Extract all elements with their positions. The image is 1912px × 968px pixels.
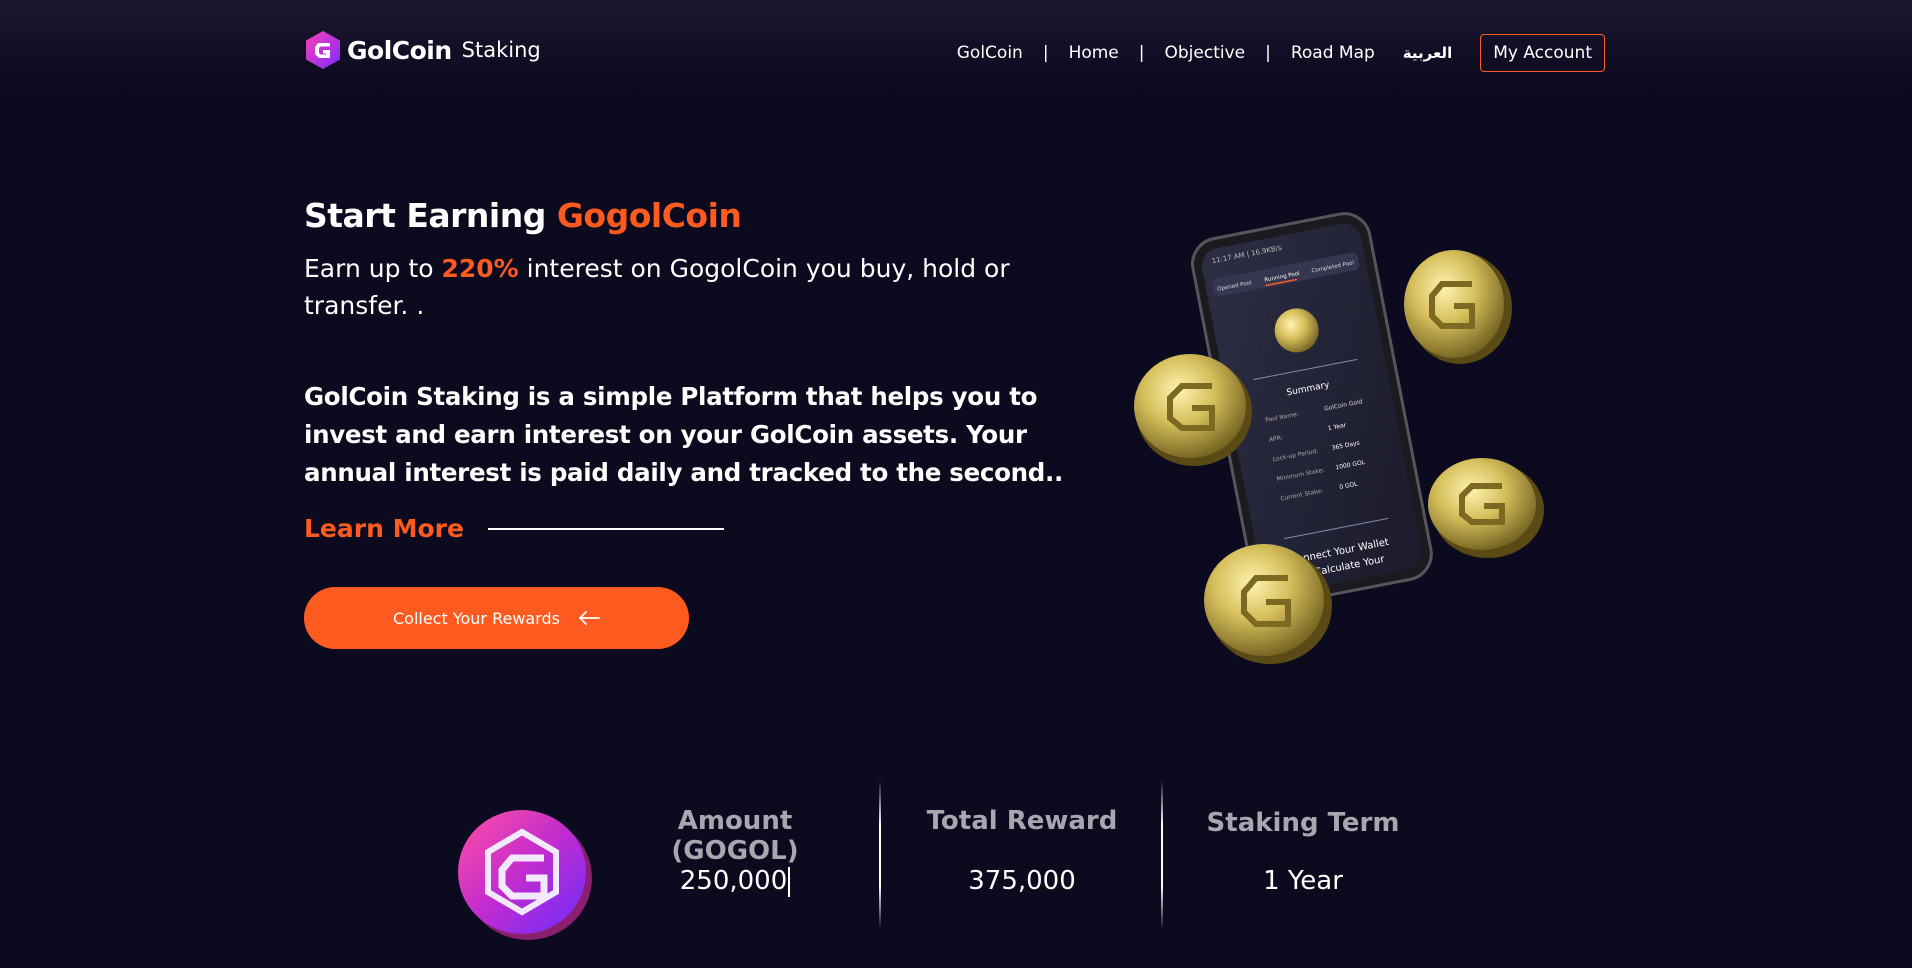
- nav-link-objective[interactable]: Objective: [1165, 43, 1246, 63]
- amount-input[interactable]: 250,000: [615, 866, 855, 897]
- site-logo[interactable]: GolCoin Staking: [305, 30, 541, 70]
- top-navbar: GolCoin Staking GolCoin | Home | Objecti…: [0, 0, 1912, 100]
- language-switch[interactable]: العربية: [1403, 44, 1452, 62]
- staking-calculator: Amount (GOGOL) 250,000 Total Reward 375,…: [0, 770, 1912, 968]
- golcoin-logo-icon: [306, 31, 340, 69]
- logo-subtitle: Staking: [461, 38, 541, 62]
- collect-rewards-button[interactable]: Collect Your Rewards: [304, 587, 689, 649]
- hero-subtitle: Earn up to 220% interest on GogolCoin yo…: [304, 250, 1064, 324]
- nav-link-home[interactable]: Home: [1069, 43, 1119, 63]
- learn-more-link[interactable]: Learn More: [304, 514, 724, 543]
- nav-separator: |: [1042, 43, 1049, 63]
- nav-separator: |: [1138, 43, 1145, 63]
- my-account-button[interactable]: My Account: [1480, 34, 1605, 72]
- nav-link-road-map[interactable]: Road Map: [1291, 43, 1375, 63]
- hero-title-prefix: Start Earning: [304, 196, 557, 235]
- total-reward-value: 375,000: [968, 866, 1076, 896]
- hero-title-accent: GogolCoin: [556, 196, 742, 235]
- amount-label: Amount (GOGOL): [671, 806, 799, 866]
- total-reward-label: Total Reward: [926, 806, 1118, 836]
- logo-wordmark: GolCoin: [347, 35, 452, 65]
- nav-separator: |: [1265, 43, 1271, 63]
- gold-coin-icon: [1404, 250, 1512, 364]
- hero-title: Start Earning GogolCoin: [304, 196, 742, 235]
- hero-description: GolCoin Staking is a simple Platform tha…: [304, 382, 1064, 487]
- golcoin-coin-icon: [458, 810, 592, 940]
- stats-divider: [879, 780, 881, 930]
- main-nav: GolCoin | Home | Objective | Road Map ال…: [957, 34, 1605, 72]
- amount-value: 250,000: [679, 866, 788, 896]
- staking-term-label: Staking Term: [1206, 808, 1400, 838]
- learn-more-line: [487, 527, 724, 530]
- learn-more-label: Learn More: [304, 514, 464, 543]
- text-caret: [788, 866, 791, 897]
- nav-link-golcoin[interactable]: GolCoin: [957, 43, 1023, 63]
- interest-rate: 220%: [441, 254, 519, 283]
- collect-rewards-label: Collect Your Rewards: [392, 608, 560, 628]
- gold-coin-icon: [1428, 458, 1544, 558]
- staking-term-value: 1 Year: [1263, 866, 1343, 896]
- arrow-left-icon: [579, 611, 600, 625]
- hero-sub-prefix: Earn up to: [304, 254, 442, 283]
- phone-coins-illustration: 11:17 AM | 16.9KB/s Opened Pool Running …: [1134, 212, 1544, 664]
- stats-divider: [1161, 780, 1163, 930]
